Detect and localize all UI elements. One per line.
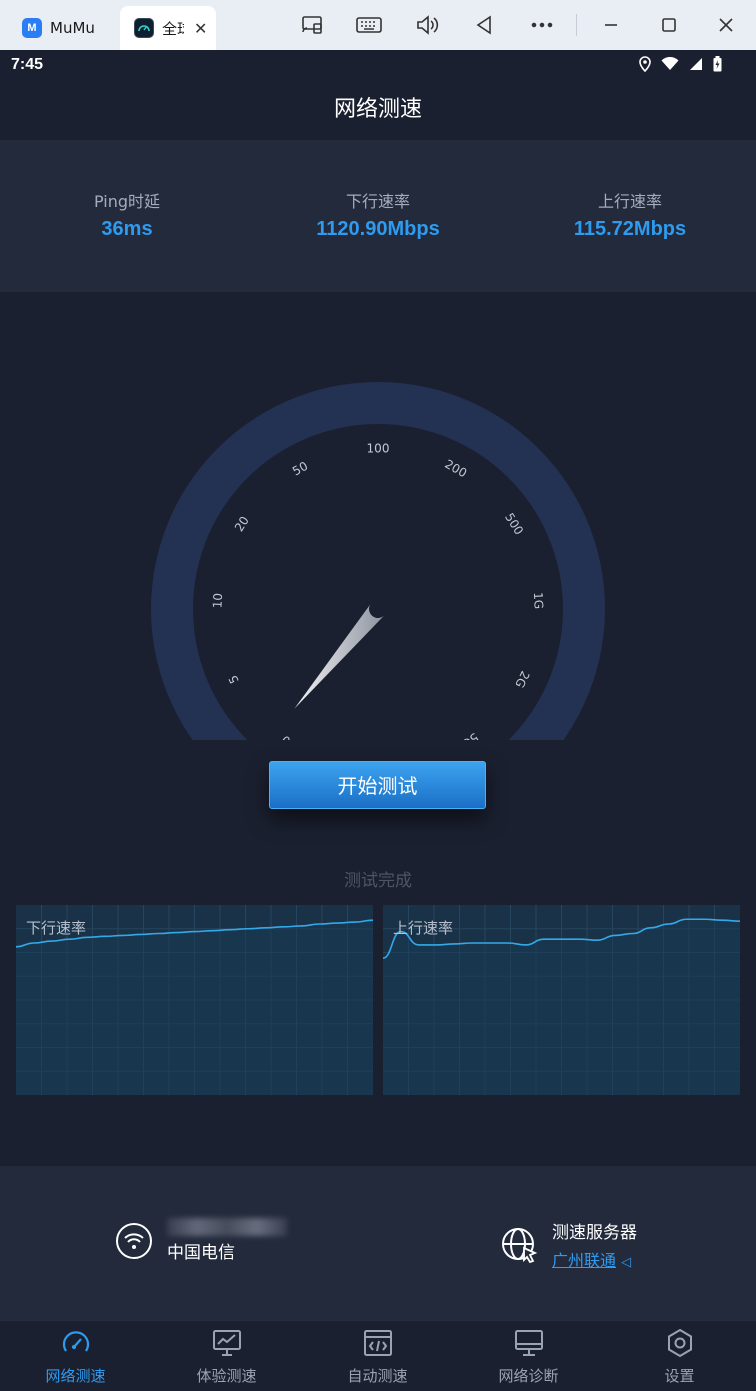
stat-label: 下行速率	[345, 192, 410, 211]
network-info: 中国电信	[115, 1218, 287, 1263]
server-title: 测速服务器	[552, 1223, 637, 1243]
gauge-tick-label: 100	[367, 442, 390, 456]
nav-settings[interactable]: 设置	[604, 1327, 755, 1386]
test-status-text: 测试完成	[344, 871, 412, 891]
bottom-nav: 网络测速 体验测速 自动测速 网络诊断 设置	[0, 1320, 756, 1391]
stat-value: 115.72Mbps	[573, 218, 687, 240]
stat-download: 下行速率 1120.90Mbps	[253, 188, 503, 241]
minimize-icon[interactable]	[594, 10, 628, 40]
nav-label: 设置	[664, 1367, 695, 1385]
stat-label: 上行速率	[597, 192, 662, 211]
gauge-tick-label: 5G	[459, 730, 481, 740]
signal-icon	[690, 58, 702, 70]
nav-label: 网络测速	[45, 1367, 106, 1385]
status-icons	[639, 56, 722, 72]
server-select-link[interactable]: 广州联通 ◁	[552, 1247, 637, 1271]
code-window-icon	[363, 1330, 392, 1356]
nav-diagnosis[interactable]: 网络诊断	[453, 1327, 604, 1386]
carrier-name: 中国电信	[167, 1243, 235, 1263]
tab-mumu[interactable]: M MuMu	[8, 6, 118, 50]
app-header: 网络测速	[0, 82, 756, 138]
stat-upload: 上行速率 115.72Mbps	[505, 188, 755, 241]
nav-label: 网络诊断	[498, 1367, 559, 1385]
gauge-needle	[294, 603, 385, 709]
stats-panel: Ping时延 36ms 下行速率 1120.90Mbps 上行速率 115.72…	[0, 140, 756, 292]
window-titlebar: M MuMu 全球网测 ✕	[0, 0, 756, 50]
gauge-tick-label: 50	[290, 459, 310, 479]
wifi-circle-icon	[116, 1222, 152, 1259]
more-icon[interactable]	[525, 10, 559, 40]
battery-icon	[713, 56, 722, 72]
status-time: 7:45	[11, 56, 44, 73]
gauge-tick-label: 10	[210, 593, 225, 609]
nav-label: 体验测速	[196, 1367, 257, 1385]
status-bar: 7:45	[0, 50, 756, 82]
stat-label: Ping时延	[93, 192, 161, 211]
stat-value: 1120.90Mbps	[316, 218, 440, 240]
gauge-tick-label: 500	[502, 511, 526, 538]
location-icon	[639, 56, 651, 72]
upload-chart: 上行速率	[383, 905, 740, 1095]
gauge-tick-label: 2G	[512, 669, 532, 690]
speedtest-app-icon	[134, 18, 154, 38]
keyboard-icon[interactable]	[352, 10, 386, 40]
chart-area	[16, 920, 373, 1095]
gauge-tick-label: 1G	[531, 592, 546, 610]
wifi-icon	[661, 57, 679, 70]
gauge-tick-label: 5	[226, 673, 242, 686]
hexagon-settings-icon	[667, 1328, 692, 1358]
start-test-button[interactable]: 开始测试	[269, 761, 486, 809]
stat-value: 36ms	[101, 218, 153, 240]
monitor-chart-icon	[212, 1330, 241, 1356]
speedometer-icon	[62, 1331, 89, 1352]
ssid-redacted	[167, 1218, 287, 1236]
network-info-panel: 中国电信 测速服务器 广州联通 ◁	[0, 1166, 756, 1320]
globe-cursor-icon	[502, 1227, 538, 1263]
maximize-icon[interactable]	[652, 10, 686, 40]
gauge-tick-label: 20	[232, 514, 252, 534]
nav-label: 自动测速	[347, 1367, 408, 1385]
volume-icon[interactable]	[410, 10, 444, 40]
toolbar-divider	[576, 14, 577, 36]
chart-title: 上行速率	[393, 919, 454, 937]
gauge-tick-label: 0	[279, 733, 293, 740]
nav-experience[interactable]: 体验测速	[151, 1327, 302, 1386]
page-title: 网络测速	[333, 97, 422, 122]
tab-speedtest[interactable]: 全球网测 ✕	[120, 6, 216, 50]
gauge-track	[151, 381, 605, 795]
download-chart: 下行速率	[16, 905, 373, 1095]
screen-cast-icon[interactable]	[296, 10, 330, 40]
nav-auto[interactable]: 自动测速	[302, 1327, 453, 1386]
desktop-icon	[514, 1330, 543, 1356]
back-icon[interactable]	[467, 10, 501, 40]
close-tab-icon[interactable]: ✕	[194, 19, 207, 38]
gauge-tick-label: 200	[442, 457, 469, 480]
stat-ping: Ping时延 36ms	[2, 188, 252, 241]
tab-label: 全球网测	[162, 19, 184, 38]
server-name[interactable]: 广州联通	[552, 1251, 616, 1270]
speed-gauge: 0 5 10 20 50 100 200 500 1G 2G 5G	[150, 380, 606, 795]
server-arrow-icon: ◁	[621, 1255, 632, 1270]
tab-label: MuMu	[50, 19, 95, 37]
server-info[interactable]: 测速服务器 广州联通 ◁	[500, 1218, 637, 1271]
close-icon[interactable]	[709, 10, 743, 40]
mumu-logo-icon: M	[22, 18, 42, 38]
nav-speedtest[interactable]: 网络测速	[0, 1327, 151, 1386]
chart-title: 下行速率	[26, 919, 87, 937]
